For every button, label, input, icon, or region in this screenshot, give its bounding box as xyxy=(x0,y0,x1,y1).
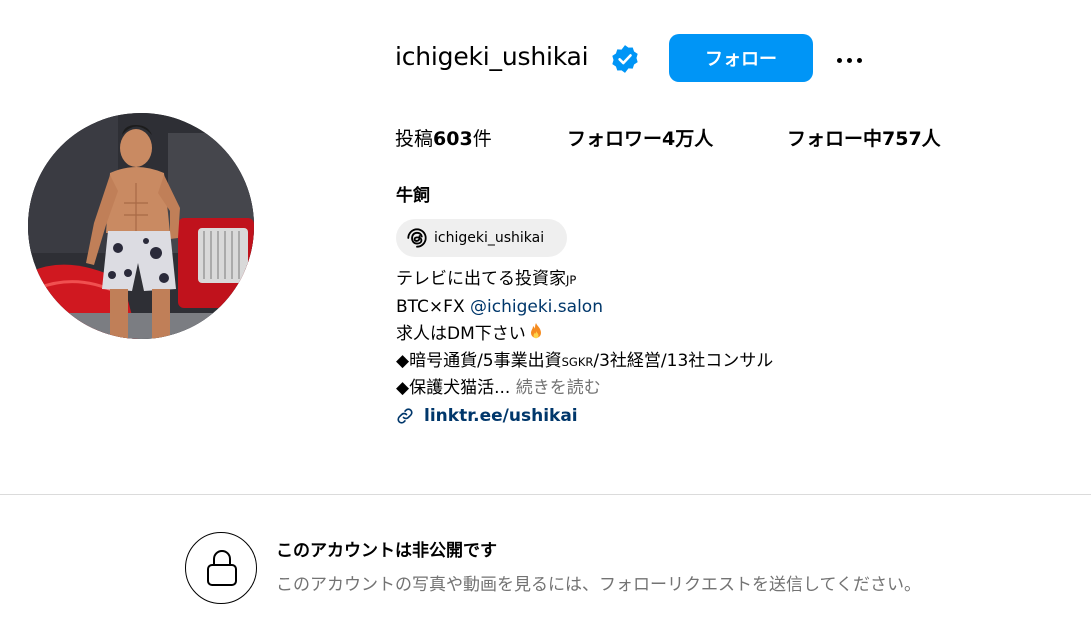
fire-emoji-icon xyxy=(530,323,541,339)
external-link[interactable]: linktr.ee/ushikai xyxy=(424,403,578,429)
profile-avatar[interactable] xyxy=(28,113,254,339)
bio-line-2: BTC×FX @ichigeki.salon xyxy=(396,294,603,320)
more-options-icon[interactable] xyxy=(830,44,868,72)
read-more-link[interactable]: 続きを読む xyxy=(516,378,601,398)
lock-icon-circle xyxy=(185,532,257,604)
profile-page: ichigeki_ushikai フォロー 投稿603件 フォロワー4万人 フォ… xyxy=(0,0,1091,618)
verified-badge-icon xyxy=(612,45,638,73)
section-divider xyxy=(0,494,1091,495)
bio-line-5: ◆保護犬猫活... 続きを読む xyxy=(396,375,601,401)
lock-icon xyxy=(207,550,237,586)
bio-mention-link[interactable]: @ichigeki.salon xyxy=(470,297,603,317)
bio-line-4-suffix: /3社経営/13社コンサル xyxy=(593,351,774,371)
link-icon xyxy=(397,408,413,424)
profile-username: ichigeki_ushikai xyxy=(395,42,589,71)
avatar-photo xyxy=(28,113,254,339)
bio-line-1: テレビに出てる投資家JP xyxy=(396,266,576,293)
threads-icon xyxy=(407,228,427,248)
bio-line-3-text: 求人はDM下さい xyxy=(396,324,526,344)
private-account-description: このアカウントの写真や動画を見るには、フォローリクエストを送信してください。 xyxy=(276,575,921,595)
bio-line-4-small: SGKR xyxy=(561,355,594,369)
threads-link-button[interactable]: ichigeki_ushikai xyxy=(396,219,567,257)
threads-handle: ichigeki_ushikai xyxy=(434,230,545,246)
bio-line-4: ◆暗号通貨/5事業出資SGKR/3社経営/13社コンサル xyxy=(396,348,773,375)
bio-line-4-text: ◆暗号通貨/5事業出資 xyxy=(396,351,562,371)
bio-line-2-text: BTC×FX xyxy=(396,297,470,317)
posts-stat: 投稿603件 xyxy=(395,126,492,152)
bio-line-1-suffix: JP xyxy=(566,273,577,287)
profile-full-name: 牛飼 xyxy=(396,186,430,206)
posts-unit: 件 xyxy=(472,128,492,150)
posts-label: 投稿 xyxy=(395,128,434,150)
bio-line-5-text: ◆保護犬猫活... xyxy=(396,378,511,398)
external-link-row: linktr.ee/ushikai xyxy=(396,403,578,429)
following-stat[interactable]: フォロー中757人 xyxy=(787,126,941,152)
follow-button[interactable]: フォロー xyxy=(669,34,813,82)
posts-count: 603 xyxy=(433,128,473,150)
private-account-title: このアカウントは非公開です xyxy=(276,541,497,561)
bio-line-1-text: テレビに出てる投資家 xyxy=(396,269,566,289)
followers-stat[interactable]: フォロワー4万人 xyxy=(567,126,713,152)
bio-line-3: 求人はDM下さい xyxy=(396,321,545,347)
